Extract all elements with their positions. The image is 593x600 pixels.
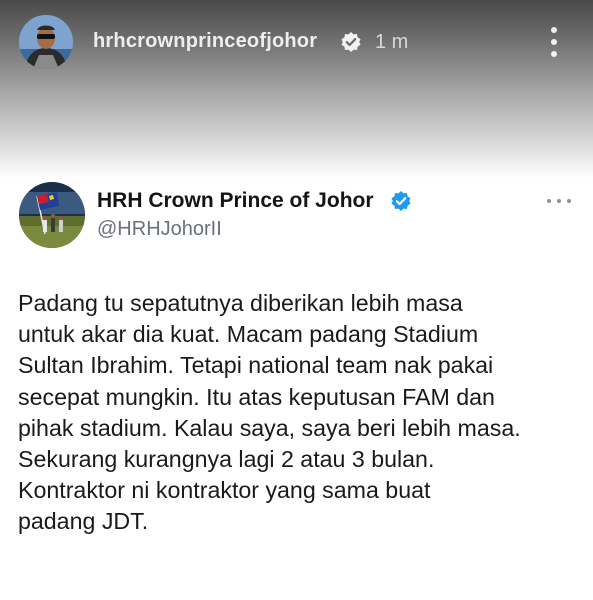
tweet-body: Padang tu sepatutnya diberikan lebih mas…	[18, 288, 584, 538]
tweet-avatar[interactable]	[19, 182, 85, 248]
tweet-handle[interactable]: @HRHJohorII	[97, 218, 222, 241]
tweet-body-line: secepat mungkin. Itu atas keputusan FAM …	[18, 383, 495, 410]
story-avatar[interactable]	[19, 15, 73, 69]
verified-badge-icon	[391, 191, 411, 211]
profile-photo-icon	[19, 182, 85, 248]
tweet-body-line: Padang tu sepatutnya diberikan lebih mas…	[18, 290, 463, 316]
story-username[interactable]: hrhcrownprinceofjohor	[93, 30, 317, 53]
tweet-body-line: Kontraktor ni kontraktor yang sama buat	[18, 477, 431, 504]
vertical-ellipsis-icon[interactable]	[542, 24, 566, 60]
tweet-body-line: untuk akar dia kuat. Macam padang Stadiu…	[18, 321, 479, 348]
tweet-body-line: Sekurang kurangnya lagi 2 atau 3 bulan.	[18, 446, 435, 473]
tweet-display-name[interactable]: HRH Crown Prince of Johor	[97, 189, 374, 213]
horizontal-ellipsis-icon[interactable]	[546, 195, 572, 207]
tweet-body-line: Sultan Ibrahim. Tetapi national team nak…	[18, 352, 494, 379]
profile-photo-icon	[19, 15, 73, 69]
story-header: hrhcrownprinceofjohor 1 m	[0, 0, 593, 180]
tweet-body-line: padang JDT.	[18, 508, 149, 535]
story-timestamp: 1 m	[375, 31, 409, 53]
verified-badge-icon	[341, 32, 361, 52]
tweet-body-line: pihak stadium. Kalau saya, saya beri leb…	[18, 414, 521, 441]
